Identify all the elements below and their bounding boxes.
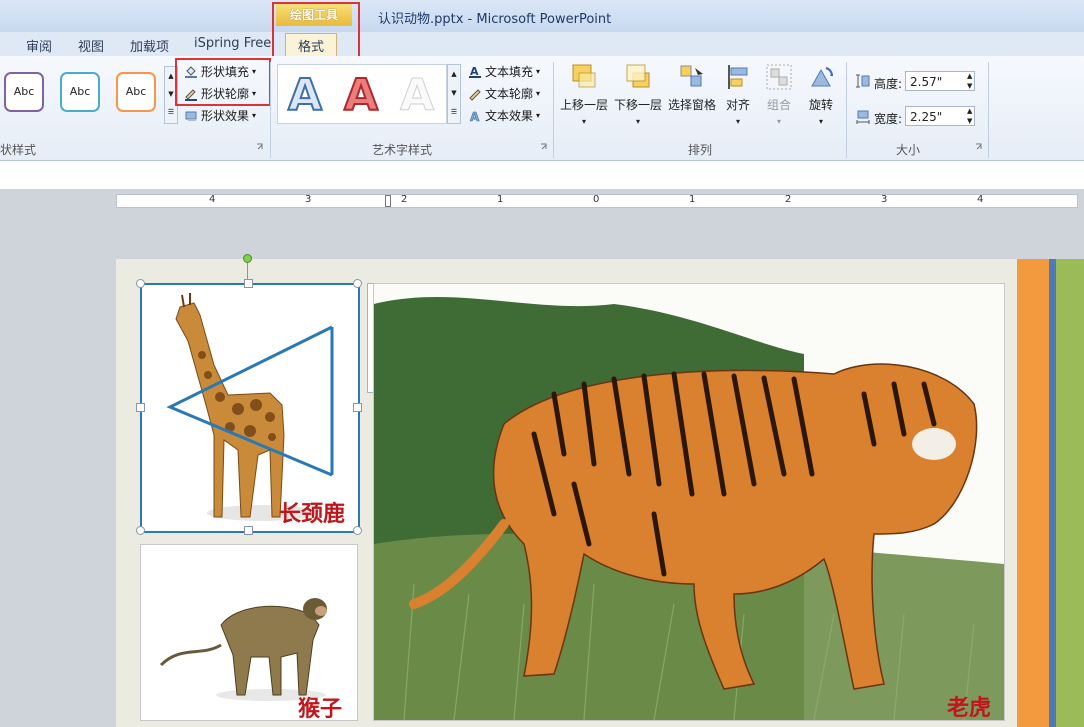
- group-label-wordart-styles: 艺术字样式: [372, 143, 433, 157]
- ruler-mark: 3: [305, 194, 312, 205]
- group-label-shape-styles: 状样式: [0, 143, 37, 157]
- align-label: 对齐: [725, 98, 750, 112]
- ruler-mark: 2: [401, 194, 408, 205]
- label-tiger: 老虎: [947, 696, 992, 721]
- giraffe-picture[interactable]: 长颈鹿: [140, 283, 360, 533]
- group-label-arrange: 排列: [688, 143, 713, 157]
- shape-style-swatch-aqua[interactable]: Abc: [60, 72, 100, 112]
- tab-review[interactable]: 审阅: [26, 36, 52, 55]
- tiger-image: [374, 284, 1004, 720]
- dialog-launcher-icon[interactable]: [540, 143, 548, 151]
- ruler-mark: 3: [881, 194, 888, 205]
- width-icon: [856, 110, 870, 124]
- resize-handle[interactable]: [353, 403, 362, 412]
- ruler-mark: 0: [593, 194, 600, 205]
- wordart-style-red[interactable]: A: [343, 69, 379, 122]
- shape-style-swatch-purple[interactable]: Abc: [4, 72, 44, 112]
- triangle-shape[interactable]: [142, 285, 358, 531]
- send-backward-label: 下移一层: [613, 98, 662, 112]
- resize-handle[interactable]: [244, 526, 253, 535]
- tab-view[interactable]: 视图: [78, 36, 104, 55]
- group-separator: [553, 62, 554, 158]
- group-label-size: 大小: [896, 143, 921, 157]
- width-field[interactable]: 2.25": [905, 106, 975, 126]
- resize-handle[interactable]: [353, 526, 362, 535]
- group-objects-icon: [766, 64, 792, 90]
- ruler-mark: 4: [209, 194, 216, 205]
- decor-bar-orange: [1017, 259, 1049, 727]
- ruler-mark: 1: [689, 194, 696, 205]
- wordart-scroll[interactable]: ▲ ▼ ☰: [447, 64, 461, 124]
- resize-handle[interactable]: [136, 403, 145, 412]
- tab-addins[interactable]: 加载项: [130, 36, 169, 55]
- bring-forward-icon: [572, 64, 596, 88]
- window-title: 认识动物.pptx - Microsoft PowerPoint: [378, 12, 612, 27]
- group-separator: [846, 62, 847, 158]
- rotate-button[interactable]: 旋转 ▾: [794, 60, 848, 127]
- bring-forward-label: 上移一层: [559, 98, 608, 112]
- height-spinner[interactable]: ▲ ▼: [967, 71, 972, 91]
- shape-effects-icon: [185, 111, 197, 121]
- ruler-indent-marker[interactable]: [385, 195, 391, 207]
- wordart-style-blue[interactable]: A: [287, 69, 323, 122]
- ribbon-gap: [0, 161, 1084, 189]
- text-fill-label: 文本填充: [485, 65, 534, 79]
- label-monkey: 猴子: [298, 697, 343, 721]
- resize-handle[interactable]: [136, 526, 145, 535]
- shape-effects-label: 形状效果: [201, 109, 250, 123]
- text-outline-button[interactable]: 文本轮廓 ▾: [468, 85, 540, 102]
- decor-bar-green: [1056, 259, 1084, 727]
- resize-handle[interactable]: [353, 279, 362, 288]
- tiger-picture[interactable]: 老虎: [373, 283, 1005, 721]
- context-tab-highlight: [272, 2, 360, 58]
- label-giraffe: 长颈鹿: [279, 502, 346, 527]
- dialog-launcher-icon[interactable]: [975, 143, 983, 151]
- height-label: 高度:: [874, 77, 903, 91]
- rotate-icon: [811, 67, 833, 87]
- rotate-label: 旋转: [808, 98, 833, 112]
- group-separator: [988, 62, 989, 158]
- height-icon: [856, 74, 870, 88]
- shape-style-swatch-orange[interactable]: Abc: [116, 72, 156, 112]
- text-outline-label: 文本轮廓: [485, 87, 534, 101]
- text-outline-icon: [469, 88, 481, 101]
- text-effects-icon: A: [470, 109, 481, 123]
- horizontal-ruler[interactable]: 4 3 2 1 0 1 2 3 4: [116, 194, 1078, 208]
- width-spinner[interactable]: ▲ ▼: [967, 106, 972, 126]
- text-fill-icon: A: [469, 65, 481, 78]
- group-label: 组合: [766, 98, 791, 112]
- dialog-launcher-icon[interactable]: [256, 143, 264, 151]
- height-field[interactable]: 2.57": [905, 71, 975, 91]
- width-label: 宽度:: [874, 112, 903, 126]
- align-icon: [728, 65, 748, 89]
- send-backward-button[interactable]: 下移一层 ▾: [611, 60, 665, 127]
- bring-forward-button[interactable]: 上移一层 ▾: [557, 60, 611, 127]
- send-backward-icon: [626, 64, 650, 88]
- tab-ispring-free[interactable]: iSpring Free: [194, 36, 271, 51]
- wordart-style-white[interactable]: A: [399, 70, 434, 122]
- selection-pane-label: 选择窗格: [667, 98, 716, 112]
- resize-handle[interactable]: [136, 279, 145, 288]
- ruler-mark: 2: [785, 194, 792, 205]
- text-effects-label: 文本效果: [485, 109, 534, 123]
- ruler-mark: 4: [977, 194, 984, 205]
- text-effects-button[interactable]: A 文本效果 ▾: [468, 107, 540, 124]
- shape-effects-button[interactable]: 形状效果 ▾: [184, 107, 256, 124]
- title-bar: 认识动物.pptx - Microsoft PowerPoint: [0, 0, 1084, 32]
- highlight-fill-outline: [175, 58, 271, 106]
- selection-pane-icon: [680, 65, 703, 87]
- group-separator: [270, 62, 271, 158]
- text-fill-button[interactable]: A 文本填充 ▾: [468, 63, 540, 80]
- rotation-stem: [247, 262, 248, 280]
- rotation-handle[interactable]: [243, 254, 252, 263]
- svg-text:A: A: [470, 110, 480, 123]
- ruler-mark: 1: [497, 194, 504, 205]
- monkey-picture[interactable]: 猴子: [140, 544, 358, 721]
- decor-bar-blue: [1049, 259, 1056, 727]
- resize-handle[interactable]: [244, 279, 253, 288]
